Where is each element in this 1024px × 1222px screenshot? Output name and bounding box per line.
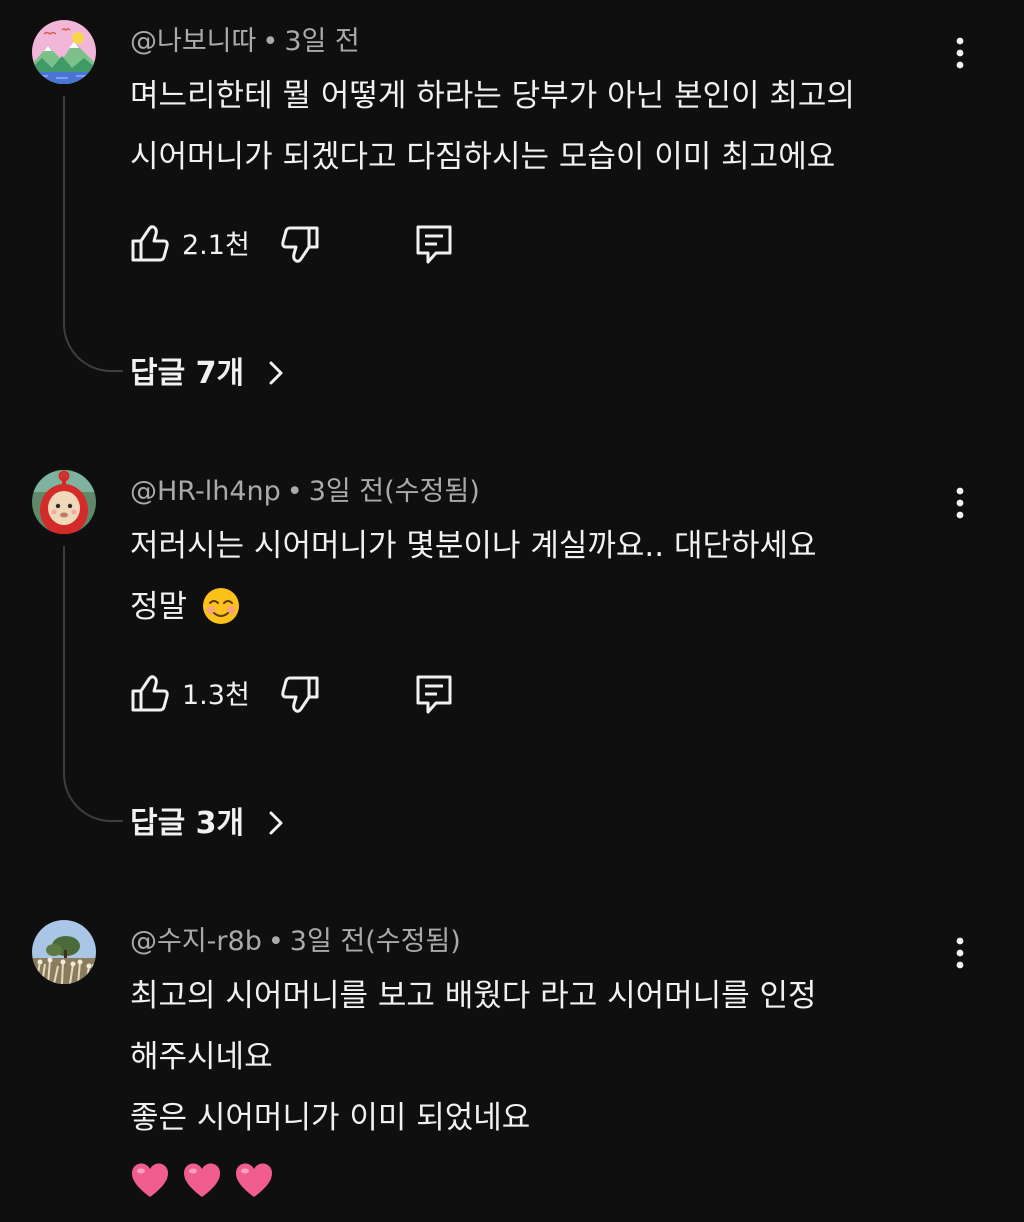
thumbs-up-icon [131,225,169,262]
thumbs-down-icon [281,676,319,713]
comment-author[interactable]: @HR-lh4np [130,476,281,507]
comment-text: 며느리한테 뭘 어떻게 하라는 당부가 아닌 본인이 최고의 시어머니가 되겠다… [130,66,950,188]
chevron-right-icon [269,811,283,834]
replies-label: 답글 7개 [130,356,245,391]
meta-separator: • [267,926,284,957]
nature-photo-avatar-icon [32,920,96,984]
reply-button[interactable] [412,672,456,720]
like-button[interactable] [128,222,172,270]
comment-time: 3일 전(수정됨) [308,476,480,507]
author-avatar[interactable] [32,20,96,84]
comment-time: 3일 전 [284,26,360,57]
comment-text-line: 해주시네요 [130,1039,273,1075]
comment-thread: @나보니따 • 3일 전 며느리한테 뭘 어떻게 하라는 당부가 아닌 본인이 최고… [0,20,1024,420]
comment-text: 저러시는 시어머니가 몇분이나 계실까요.. 대단하세요 정말 [130,516,950,638]
comment-text-line: 좋은 시어머니가 이미 되었네요 [130,1100,531,1136]
comment-text-fragment: 정말 [130,589,188,625]
meta-separator: • [262,26,279,57]
comment-text-line: 시어머니가 되겠다고 다짐하시는 모습이 이미 최고에요 [130,139,836,175]
reply-comment-icon [416,225,452,264]
thread-connector-line [63,546,123,822]
thumbs-up-icon [131,675,169,712]
like-button[interactable] [128,672,172,720]
pink-heart-emoji [132,1163,168,1197]
dislike-button[interactable] [278,672,322,720]
comment-meta: @수지-r8b • 3일 전(수정됨) [130,924,461,960]
pink-heart-emoji [183,1163,220,1197]
meta-separator: • [286,476,303,507]
smiling-face-emoji [202,587,239,624]
chevron-right-icon [269,361,283,384]
view-replies-button[interactable]: 답글 7개 [130,354,285,394]
comment-thread: @수지-r8b • 3일 전(수정됨) 최고의 시어머니를 보고 배웠다 라고 시어… [0,920,1024,1220]
author-avatar[interactable] [32,920,96,984]
comment-text: 최고의 시어머니를 보고 배웠다 라고 시어머니를 인정 해주시네요 좋은 시어… [130,966,950,1210]
pink-heart-emoji [235,1163,272,1197]
comment-time: 3일 전(수정됨) [289,926,461,957]
reply-button[interactable] [412,222,456,270]
comment-text-line: 저러시는 시어머니가 몇분이나 계실까요.. 대단하세요 [130,528,817,564]
comment-meta: @HR-lh4np • 3일 전(수정됨) [130,474,480,510]
view-replies-button[interactable]: 답글 3개 [130,804,285,844]
like-count: 2.1천 [182,230,250,261]
comment-author[interactable]: @나보니따 [130,26,256,57]
heart-emojis [130,1149,950,1210]
comment-text-line-with-emoji: 정말 [130,577,950,638]
thread-connector-line [63,96,123,372]
reply-comment-icon [416,675,452,714]
comment-author[interactable]: @수지-r8b [130,926,262,957]
thumbs-down-icon [281,226,319,263]
comment-thread: @HR-lh4np • 3일 전(수정됨) 저러시는 시어머니가 몇분이나 계실까요… [0,470,1024,870]
landscape-avatar-icon [32,20,96,84]
author-avatar[interactable] [32,470,96,534]
comment-meta: @나보니따 • 3일 전 [130,24,360,60]
comment-text-line: 며느리한테 뭘 어떻게 하라는 당부가 아닌 본인이 최고의 [130,78,855,114]
dislike-button[interactable] [278,222,322,270]
replies-label: 답글 3개 [130,806,245,841]
like-count: 1.3천 [182,680,250,711]
comment-text-line: 최고의 시어머니를 보고 배웠다 라고 시어머니를 인정 [130,978,817,1014]
teletubby-avatar-icon [32,470,96,534]
